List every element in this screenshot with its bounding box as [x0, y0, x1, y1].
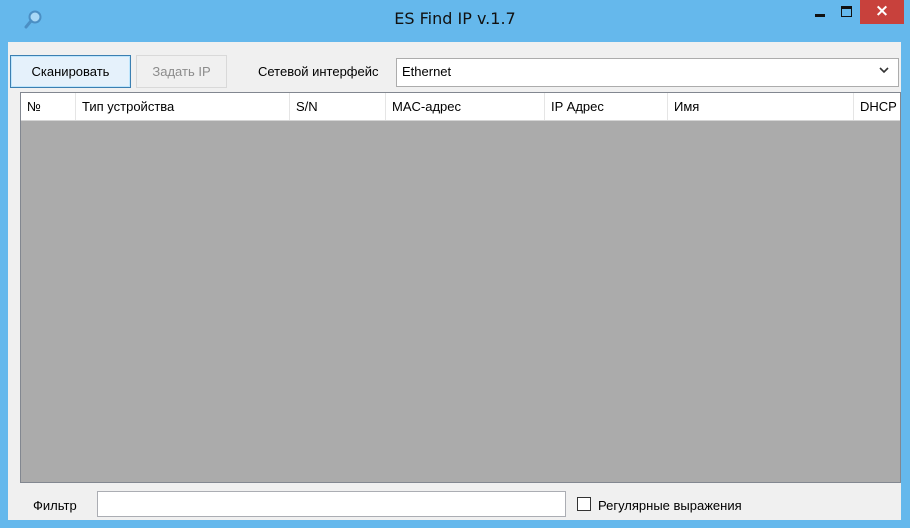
column-header-serial[interactable]: S/N — [290, 93, 386, 120]
filter-label: Фильтр — [33, 498, 77, 513]
interface-value: Ethernet — [402, 64, 452, 79]
scan-button[interactable]: Сканировать — [10, 55, 131, 88]
table-header: № Тип устройства S/N MAC-адрес IP Адрес … — [21, 93, 900, 121]
toolbar: Сканировать Задать IP Сетевой интерфейс … — [8, 42, 901, 92]
maximize-icon — [841, 6, 852, 17]
column-header-name[interactable]: Имя — [668, 93, 854, 120]
regex-label[interactable]: Регулярные выражения — [598, 498, 742, 513]
device-table[interactable]: № Тип устройства S/N MAC-адрес IP Адрес … — [20, 92, 901, 483]
title-bar[interactable]: ES Find IP v.1.7 × — [0, 0, 910, 42]
filter-input[interactable] — [97, 491, 566, 517]
app-window: ES Find IP v.1.7 × Сканировать Задать IP… — [0, 0, 910, 528]
maximize-button[interactable] — [833, 0, 860, 24]
interface-select[interactable]: Ethernet — [396, 58, 899, 87]
window-title: ES Find IP v.1.7 — [394, 9, 516, 28]
column-header-mac[interactable]: MAC-адрес — [386, 93, 545, 120]
column-header-dhcp[interactable]: DHCP — [854, 93, 900, 120]
column-header-number[interactable]: № — [21, 93, 76, 120]
filter-bar: Фильтр Регулярные выражения — [8, 483, 901, 520]
close-button[interactable]: × — [860, 0, 904, 24]
close-icon: × — [874, 1, 890, 21]
column-header-ip[interactable]: IP Адрес — [545, 93, 668, 120]
chevron-down-icon — [879, 67, 889, 74]
set-ip-button[interactable]: Задать IP — [136, 55, 227, 88]
minimize-icon — [815, 14, 825, 17]
column-header-device-type[interactable]: Тип устройства — [76, 93, 290, 120]
interface-label: Сетевой интерфейс — [258, 64, 379, 79]
client-area: Сканировать Задать IP Сетевой интерфейс … — [8, 42, 901, 520]
regex-checkbox[interactable] — [577, 497, 591, 511]
minimize-button[interactable] — [806, 0, 833, 24]
